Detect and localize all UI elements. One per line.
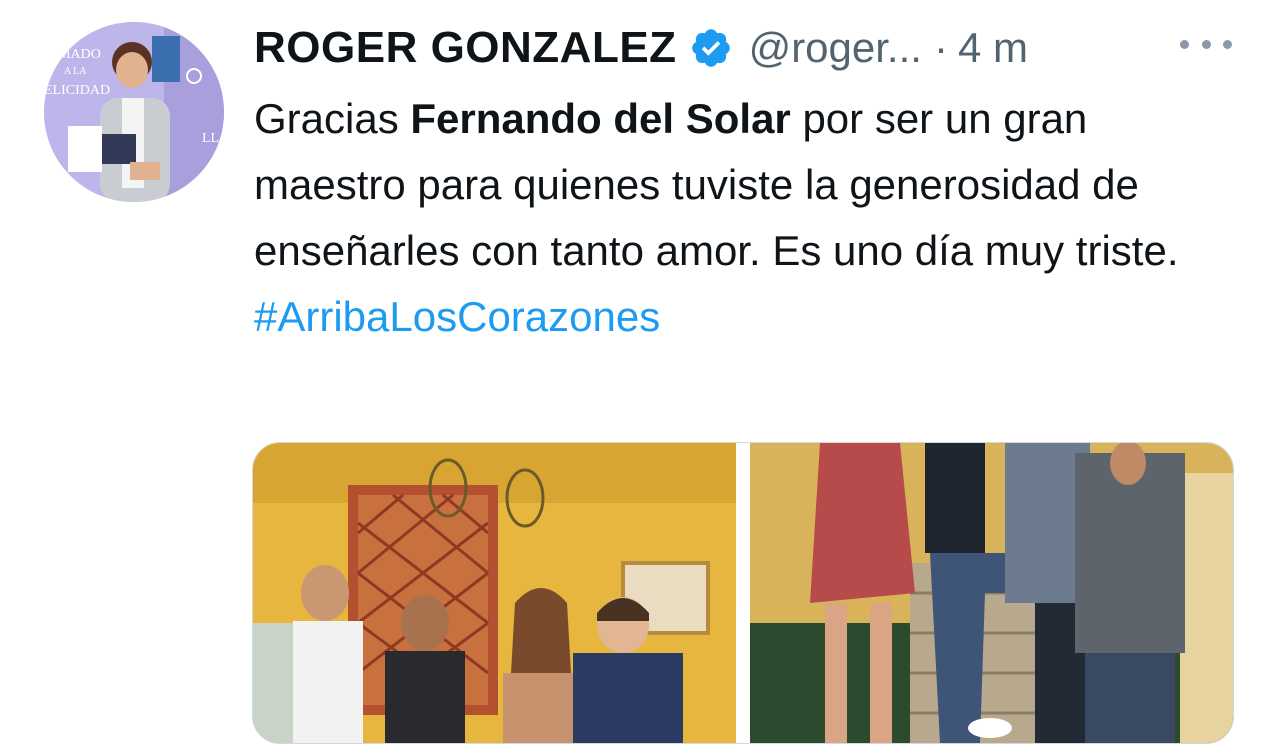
photo-standing-group [750,443,1233,743]
media-photo-2[interactable] [750,443,1233,743]
tweet-text: Gracias Fernando del Solar por ser un gr… [254,86,1214,350]
more-options-icon[interactable] [1180,30,1232,58]
hashtag-link[interactable]: #ArribaLosCorazones [254,284,660,350]
avatar-text-1: AMADO [48,47,101,62]
tweet-header: ROGER GONZALEZ @roger... · 4 m [254,20,1254,76]
verified-badge-icon [689,26,733,70]
author-name[interactable]: ROGER GONZALEZ [254,23,677,73]
meta-separator: · [933,24,948,71]
more-dot [1201,39,1211,49]
avatar-text-3: ELICIDAD [44,83,110,98]
tweet-timestamp[interactable]: 4 m [958,24,1028,72]
avatar-image: AMADO A LA ELICIDAD LLA [44,22,224,202]
author-handle[interactable]: @roger... [749,24,922,72]
tweet-text-prefix: Gracias [254,95,411,142]
author-avatar[interactable]: AMADO A LA ELICIDAD LLA [44,22,224,202]
media-photo-1[interactable] [253,443,736,743]
avatar-text-2: A LA [64,66,87,77]
avatar-text-4: LLA [202,131,224,146]
photo-tv-set [253,443,736,743]
more-dot [1180,39,1189,49]
tweet-bold-name: Fernando del Solar [410,95,791,142]
tweet-media [252,442,1234,744]
more-dot [1223,39,1232,49]
